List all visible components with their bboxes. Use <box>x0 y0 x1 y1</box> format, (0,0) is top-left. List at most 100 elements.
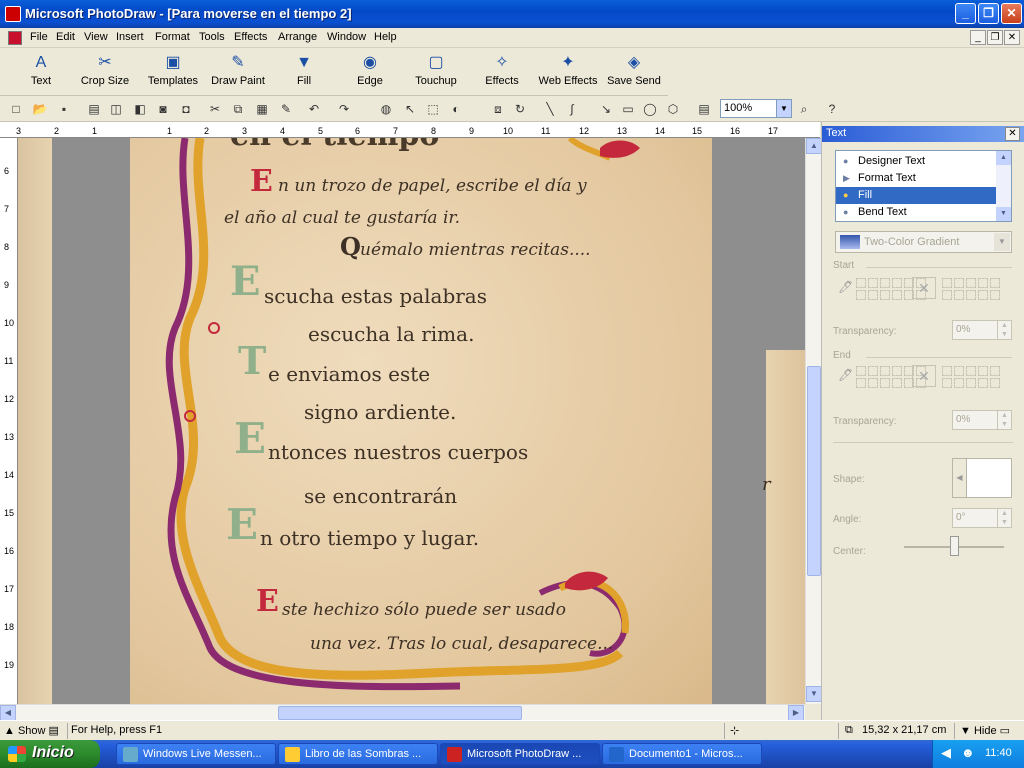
center-slider-thumb[interactable] <box>950 536 959 556</box>
rectangle-icon[interactable]: ▭ <box>618 99 638 119</box>
camera-icon[interactable]: ◙ <box>153 99 173 119</box>
doc-restore-button[interactable]: ❐ <box>987 30 1003 45</box>
maximize-button[interactable]: ❐ <box>978 3 999 24</box>
list-item-designer-text[interactable]: ● Designer Text <box>836 153 996 170</box>
fill-bucket-icon[interactable]: ◐ <box>446 99 466 119</box>
canvas-area[interactable]: r en el tiempo E n un trozo de papel, es… <box>18 138 805 704</box>
open-icon[interactable]: 📂 <box>30 99 50 119</box>
scroll-page[interactable]: en el tiempo E n un trozo de papel, escr… <box>130 138 712 704</box>
text-button[interactable]: A Text <box>8 50 74 94</box>
hide-toggle[interactable]: ▼ Hide ▭ <box>960 724 1010 737</box>
horizontal-scroll-thumb[interactable] <box>278 706 522 720</box>
fill-button[interactable]: ▼ Fill <box>271 50 337 94</box>
task-libro-de-las-sombras[interactable]: Libro de las Sombras ... <box>278 743 438 765</box>
menu-edit[interactable]: Edit <box>56 31 75 43</box>
list-item-bend-text[interactable]: ● Bend Text <box>836 204 996 221</box>
paste-icon[interactable]: ▦ <box>252 99 272 119</box>
zoom-dropdown-icon[interactable]: ▼ <box>776 100 791 117</box>
spinner-arrows-icon[interactable]: ▲ ▼ <box>997 411 1011 429</box>
new-icon[interactable]: □ <box>6 99 26 119</box>
text-options-list[interactable]: ● Designer Text ▶ Format Text ● Fill ● Bend … <box>835 150 1012 222</box>
group-icon[interactable]: ⧈ <box>488 99 508 119</box>
list-item-fill[interactable]: ● Fill <box>836 187 996 204</box>
show-toggle[interactable]: ▲ Show ▤ <box>4 724 59 737</box>
no-color-icon[interactable]: ✕ <box>912 277 936 299</box>
menu-format[interactable]: Format <box>155 31 190 43</box>
list-scroll-up-icon[interactable]: ▲ <box>996 151 1011 165</box>
no-color-icon[interactable]: ✕ <box>912 365 936 387</box>
chevron-down-icon[interactable]: ▼ <box>994 233 1010 251</box>
shape-icon[interactable]: ⬡ <box>663 99 683 119</box>
undo-icon[interactable]: ↶ <box>304 99 324 119</box>
menu-insert[interactable]: Insert <box>116 31 144 43</box>
edge-button[interactable]: ◉ Edge <box>337 50 403 94</box>
vertical-scroll-thumb[interactable] <box>807 366 821 576</box>
effects-button[interactable]: ✧ Effects <box>469 50 535 94</box>
print-icon[interactable]: ▤ <box>84 99 104 119</box>
back-arrow-icon[interactable]: ◀ <box>941 745 951 761</box>
eyedropper-icon[interactable]: 🖊 <box>838 368 853 388</box>
scroll-down-icon[interactable]: ▼ <box>806 686 822 702</box>
save-icon[interactable]: ▪ <box>54 99 74 119</box>
close-button[interactable]: ✕ <box>1001 3 1022 24</box>
document-icon[interactable] <box>8 31 22 45</box>
help-icon[interactable]: ? <box>822 99 842 119</box>
doc-minimize-button[interactable]: _ <box>970 30 986 45</box>
fill-type-dropdown[interactable]: Two-Color Gradient ▼ <box>835 231 1012 253</box>
zoom-icon[interactable]: ⌕ <box>794 99 814 119</box>
task-windows-live-messenger[interactable]: Windows Live Messen... <box>116 743 276 765</box>
menu-file[interactable]: File <box>30 31 48 43</box>
start-color-swatches[interactable] <box>942 278 1000 288</box>
menu-tools[interactable]: Tools <box>199 31 225 43</box>
line-icon[interactable]: ╲ <box>540 99 560 119</box>
select-region-icon[interactable]: ⬚ <box>423 99 443 119</box>
redo-icon[interactable]: ↷ <box>334 99 354 119</box>
save-send-button[interactable]: ◈ Save Send <box>601 50 667 94</box>
task-photodraw[interactable]: Microsoft PhotoDraw ... <box>440 743 600 765</box>
text-tool-icon[interactable]: ▤ <box>694 99 714 119</box>
task-documento1[interactable]: Documento1 - Micros... <box>602 743 762 765</box>
templates-button[interactable]: ▣ Templates <box>140 50 206 94</box>
insert-hyperlink-icon[interactable]: ◍ <box>376 99 396 119</box>
start-transparency-spinner[interactable]: 0% ▲ ▼ <box>952 320 1012 340</box>
arrow-icon[interactable]: ↘ <box>596 99 616 119</box>
menu-view[interactable]: View <box>84 31 108 43</box>
copy-icon[interactable]: ⧉ <box>228 99 248 119</box>
pointer-icon[interactable]: ↖ <box>400 99 420 119</box>
pane-close-button[interactable]: ✕ <box>1005 127 1020 141</box>
chevron-left-icon[interactable]: ◀ <box>953 459 967 497</box>
end-color-swatches[interactable] <box>942 378 1000 388</box>
horizontal-scrollbar[interactable]: ◀ ▶ <box>0 704 805 721</box>
spinner-arrows-icon[interactable]: ▲ ▼ <box>997 321 1011 339</box>
end-color-swatches[interactable] <box>942 366 1000 376</box>
menu-effects[interactable]: Effects <box>234 31 267 43</box>
ellipse-icon[interactable]: ◯ <box>640 99 660 119</box>
clock[interactable]: 11:40 <box>985 747 1012 759</box>
rotate-icon[interactable]: ↻ <box>510 99 530 119</box>
list-scrollbar[interactable]: ▲ ▼ <box>996 151 1011 221</box>
draw-paint-button[interactable]: ✎ Draw Paint <box>205 50 271 94</box>
vertical-scrollbar[interactable]: ▲ ▼ <box>805 138 822 704</box>
curve-icon[interactable]: ∫ <box>562 99 582 119</box>
cut-icon[interactable]: ✂ <box>205 99 225 119</box>
start-color-swatches[interactable] <box>942 290 1000 300</box>
scroll-right-icon[interactable]: ▶ <box>788 705 804 721</box>
gradient-shape-picker[interactable]: ◀ <box>952 458 1012 498</box>
doc-close-button[interactable]: ✕ <box>1004 30 1020 45</box>
print-preview-icon[interactable]: ◫ <box>106 99 126 119</box>
minimize-button[interactable]: _ <box>955 3 976 24</box>
angle-spinner[interactable]: 0° ▲ ▼ <box>952 508 1012 528</box>
eyedropper-icon[interactable]: 🖊 <box>838 280 853 300</box>
end-transparency-spinner[interactable]: 0% ▲ ▼ <box>952 410 1012 430</box>
crop-size-button[interactable]: ✂ Crop Size <box>72 50 138 94</box>
spinner-arrows-icon[interactable]: ▲ ▼ <box>997 509 1011 527</box>
photodraw-app-icon[interactable] <box>5 6 21 22</box>
list-scroll-down-icon[interactable]: ▼ <box>996 207 1011 221</box>
scroll-up-icon[interactable]: ▲ <box>806 138 822 154</box>
menu-window[interactable]: Window <box>327 31 366 43</box>
list-item-format-text[interactable]: ▶ Format Text <box>836 170 996 187</box>
menu-help[interactable]: Help <box>374 31 397 43</box>
touchup-button[interactable]: ▢ Touchup <box>403 50 469 94</box>
user-icon[interactable]: ☻ <box>961 745 975 760</box>
scroll-left-icon[interactable]: ◀ <box>0 705 16 721</box>
